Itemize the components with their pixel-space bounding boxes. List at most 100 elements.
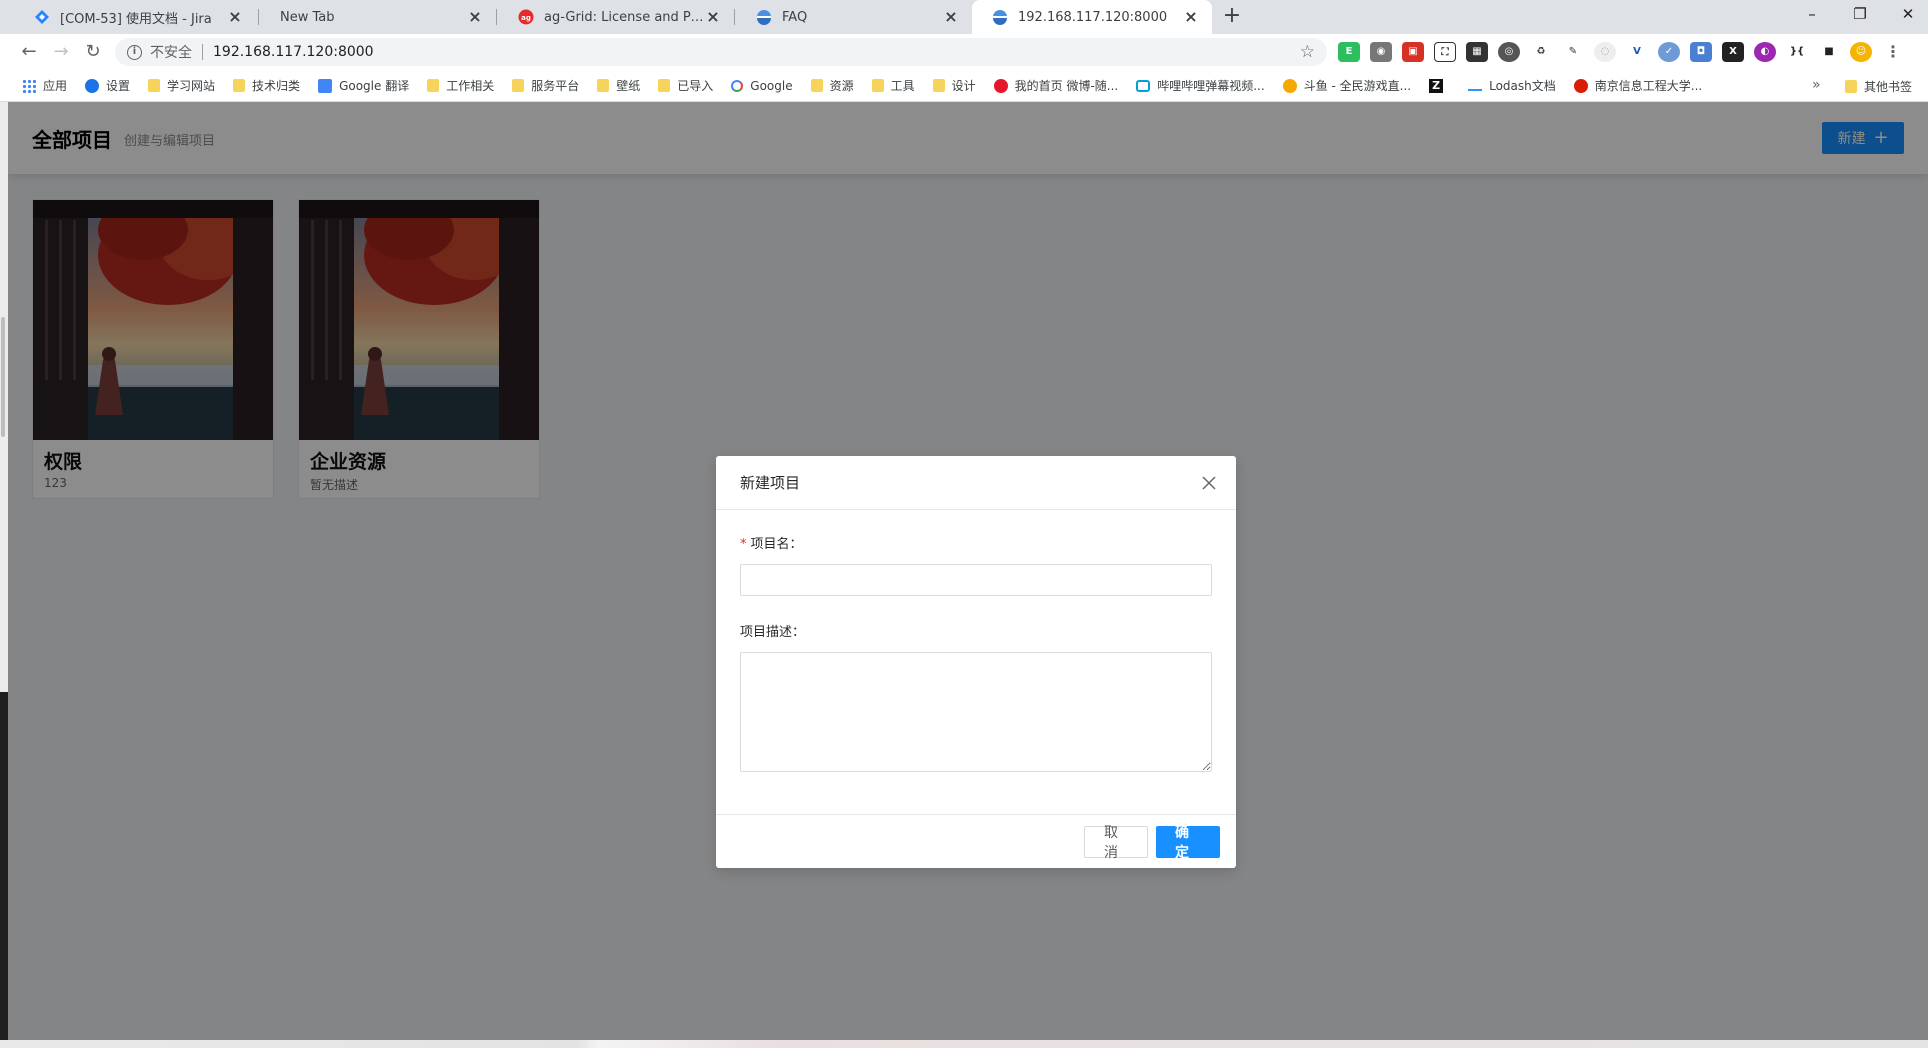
app-page: 全部项目 创建与编辑项目 新建 + 权限 123 企业资源 暂无描述 新建项目 …	[8, 102, 1928, 1040]
bookmarks-overflow-chevron-icon[interactable]: »	[1812, 77, 1821, 93]
tab-jira[interactable]: [COM-53] 使用文档 - Jira ×	[14, 0, 256, 34]
bookmark-university[interactable]: 南京信息工程大学...	[1573, 77, 1702, 94]
globe-icon	[756, 9, 772, 25]
weibo-icon	[993, 78, 1008, 93]
eyedropper-icon[interactable]: ✎	[1562, 42, 1584, 62]
bookmark-apps[interactable]: 应用	[22, 77, 67, 94]
folder-icon	[427, 79, 440, 92]
bookmark-lodash[interactable]: Lodash文档	[1468, 77, 1556, 94]
extension-icon[interactable]: ◐	[1754, 42, 1776, 62]
cancel-button[interactable]: 取 消	[1084, 825, 1148, 861]
taskbar-strip	[0, 1040, 1928, 1048]
bookmark-folder[interactable]: 壁纸	[597, 77, 640, 94]
folder-icon	[810, 79, 823, 92]
tab-title: [COM-53] 使用文档 - Jira	[60, 11, 212, 27]
screenshot-icon[interactable]: ⛶	[1434, 42, 1456, 62]
bookmark-folder[interactable]: 资源	[810, 77, 854, 94]
extension-icon[interactable]: ▣	[1402, 42, 1424, 62]
folder-icon	[1845, 79, 1857, 93]
camera-icon[interactable]: ◘	[1690, 42, 1712, 62]
folder-icon	[932, 79, 945, 92]
tab-title: New Tab	[280, 9, 335, 25]
bookmark-folder[interactable]: 已导入	[658, 77, 713, 94]
folder-icon	[512, 79, 525, 92]
window-close-icon[interactable]: ✕	[1880, 0, 1928, 30]
tab-faq[interactable]: FAQ ×	[736, 0, 972, 34]
reload-icon[interactable]: ↻	[80, 39, 106, 65]
bookmark-zhihu[interactable]: Z	[1429, 78, 1450, 93]
close-tab-icon[interactable]: ×	[1182, 8, 1200, 26]
new-tab-plus-icon[interactable]: +	[1218, 3, 1246, 31]
bookmark-folder[interactable]: 服务平台	[512, 77, 579, 94]
bookmark-google[interactable]: Google	[731, 79, 793, 93]
qrcode-icon[interactable]: ▦	[1466, 42, 1488, 62]
globe-icon	[992, 9, 1008, 25]
recycle-icon[interactable]: ♻	[1530, 42, 1552, 62]
project-description-textarea[interactable]	[740, 652, 1212, 772]
bookmark-star-icon[interactable]: ☆	[1300, 42, 1315, 62]
project-name-input[interactable]	[740, 564, 1212, 596]
tab-new-tab[interactable]: New Tab ×	[260, 0, 496, 34]
close-tab-icon[interactable]: ×	[942, 8, 960, 26]
extension-icon[interactable]: ◉	[1370, 42, 1392, 62]
bookmark-folder[interactable]: 工作相关	[427, 77, 494, 94]
gear-icon	[85, 78, 100, 93]
scrollbar-thumb[interactable]	[1, 317, 5, 437]
info-icon[interactable]: i	[127, 44, 142, 60]
folder-icon	[597, 79, 610, 92]
address-bar[interactable]: i 不安全 192.168.117.120:8000 ☆	[115, 38, 1327, 66]
modal-header: 新建项目	[716, 456, 1236, 510]
tab-active-localhost[interactable]: 192.168.117.120:8000 ×	[972, 0, 1212, 34]
modal-title: 新建项目	[740, 474, 801, 492]
new-project-modal: 新建项目 * 项目名： 项目描述： 取 消 确 定	[716, 456, 1236, 868]
bookmark-settings[interactable]: 设置	[85, 77, 130, 94]
douyu-icon	[1282, 78, 1297, 93]
bookmark-folder[interactable]: 设计	[932, 77, 976, 94]
back-arrow-icon[interactable]: ←	[16, 39, 42, 65]
folder-icon	[233, 79, 246, 92]
folder-icon	[148, 79, 161, 92]
menu-dots-icon[interactable]: ⋮	[1882, 42, 1904, 62]
extension-icon[interactable]: }{	[1786, 42, 1808, 62]
tab-ag-grid[interactable]: ag ag-Grid: License and Pricing ×	[498, 0, 734, 34]
vue-devtools-icon[interactable]: V	[1626, 42, 1648, 62]
required-asterisk: *	[740, 537, 747, 552]
bookmarks-bar: 应用 设置 学习网站 技术归类 Google 翻译 工作相关 服务平台 壁纸 已…	[0, 70, 1928, 102]
extension-icon[interactable]: X	[1722, 42, 1744, 62]
close-tab-icon[interactable]: ×	[466, 8, 484, 26]
tab-title: FAQ	[782, 9, 808, 25]
extension-icon[interactable]: ◎	[1498, 42, 1520, 62]
bookmark-weibo[interactable]: 我的首页 微博-随...	[993, 77, 1118, 94]
extension-icon[interactable]: ◌	[1594, 42, 1616, 62]
bookmark-folder[interactable]: 技术归类	[233, 77, 300, 94]
profile-avatar-icon[interactable]: ☺	[1850, 42, 1872, 62]
ag-grid-icon: ag	[518, 9, 534, 25]
url-text[interactable]: 192.168.117.120:8000	[213, 44, 374, 60]
browser-tab-strip: [COM-53] 使用文档 - Jira × New Tab × ag ag-G…	[0, 0, 1928, 34]
other-bookmarks[interactable]: 其他书签	[1845, 70, 1912, 102]
translate-icon	[318, 78, 333, 93]
folder-icon	[658, 79, 671, 92]
ok-button[interactable]: 确 定	[1156, 825, 1220, 861]
window-left-edge	[0, 102, 8, 1048]
folder-icon	[871, 79, 884, 92]
lodash-icon	[1468, 81, 1483, 91]
tab-title: 192.168.117.120:8000	[1018, 9, 1168, 25]
bookmark-bilibili[interactable]: 哔哩哔哩弹幕视频...	[1136, 77, 1265, 94]
bookmark-folder[interactable]: 学习网站	[148, 77, 215, 94]
modal-body: * 项目名： 项目描述：	[716, 510, 1236, 772]
forward-arrow-icon[interactable]: →	[48, 39, 74, 65]
close-tab-icon[interactable]: ×	[226, 8, 244, 26]
bookmark-folder[interactable]: 工具	[871, 77, 915, 94]
modal-footer: 取 消 确 定	[716, 814, 1236, 868]
evernote-icon[interactable]: E	[1338, 42, 1360, 62]
bookmark-google-translate[interactable]: Google 翻译	[318, 77, 409, 94]
project-name-label: * 项目名：	[740, 537, 803, 552]
bookmark-douyu[interactable]: 斗鱼 - 全民游戏直...	[1282, 77, 1411, 94]
close-tab-icon[interactable]: ×	[704, 8, 722, 26]
extension-icon[interactable]: ✓	[1658, 42, 1680, 62]
browser-toolbar: ← → ↻ i 不安全 192.168.117.120:8000 ☆ E ◉ ▣…	[0, 34, 1928, 70]
google-icon	[731, 79, 744, 92]
close-icon[interactable]	[1196, 470, 1222, 496]
video-icon[interactable]: ■	[1818, 42, 1840, 62]
